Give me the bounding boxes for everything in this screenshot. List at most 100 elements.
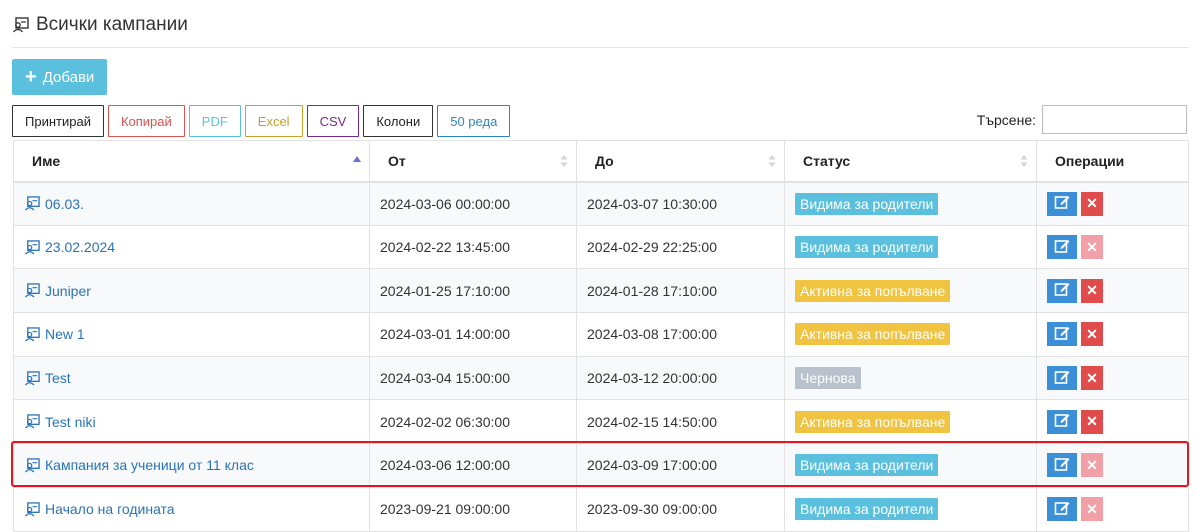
campaigns-table: Име От До Статус Операции 06.03. 2024-03-… [13, 140, 1189, 532]
close-icon: ✕ [1086, 413, 1098, 430]
cell-status: Активна за попълване [784, 268, 1037, 314]
edit-button[interactable] [1047, 322, 1077, 347]
campaign-link[interactable]: Test niki [45, 414, 96, 430]
edit-icon [1054, 238, 1070, 257]
campaign-link[interactable]: 06.03. [45, 196, 84, 212]
cell-operations: ✕ [1036, 312, 1189, 357]
delete-button[interactable]: ✕ [1081, 409, 1103, 434]
column-header-to[interactable]: До [576, 140, 785, 183]
page-title: Всички кампании [12, 14, 188, 36]
campaign-link[interactable]: Test [45, 370, 71, 386]
edit-button[interactable] [1047, 453, 1077, 478]
edit-button[interactable] [1047, 235, 1077, 260]
pdf-button[interactable]: PDF [188, 105, 241, 137]
cell-to: 2024-02-29 22:25:00 [576, 224, 785, 270]
sort-icon [560, 155, 568, 167]
cell-name: New 1 [13, 312, 370, 357]
campaign-link[interactable]: Juniper [45, 283, 91, 299]
cell-status: Видима за родители [784, 181, 1037, 226]
close-icon: ✕ [1086, 282, 1098, 299]
edit-icon [1054, 194, 1070, 213]
edit-icon [1054, 412, 1070, 431]
header-divider [12, 47, 1189, 48]
excel-button[interactable]: Excel [244, 105, 303, 137]
table-row: Test niki 2024-02-02 06:30:00 2024-02-15 1… [13, 399, 1189, 445]
cell-to: 2023-09-30 09:00:00 [576, 486, 785, 532]
cell-to: 2024-03-12 20:00:00 [576, 355, 785, 401]
delete-button[interactable]: ✕ [1081, 322, 1103, 347]
cell-from: 2024-02-22 13:45:00 [369, 224, 577, 270]
cell-operations: ✕ [1036, 443, 1189, 488]
delete-button[interactable]: ✕ [1081, 366, 1103, 391]
column-header-operations-label: Операции [1055, 152, 1125, 169]
page-length-button[interactable]: 50 реда [437, 105, 511, 137]
page-title-text: Всички кампании [36, 14, 188, 35]
campaign-link[interactable]: New 1 [45, 326, 85, 342]
cell-name: Начало на годината [13, 486, 370, 532]
close-icon: ✕ [1086, 456, 1098, 473]
status-badge: Активна за попълване [795, 323, 951, 346]
sort-asc-icon [353, 156, 361, 162]
search-input[interactable] [1042, 105, 1187, 134]
add-button-label: Добави [42, 68, 95, 86]
cell-from: 2024-03-06 12:00:00 [369, 443, 577, 488]
add-button[interactable]: + Добави [12, 59, 108, 95]
campaign-icon [24, 458, 41, 473]
campaign-link[interactable]: 23.02.2024 [45, 239, 115, 255]
campaign-link[interactable]: Начало на годината [45, 501, 175, 517]
edit-button[interactable] [1047, 191, 1077, 216]
cell-name: 06.03. [13, 181, 370, 226]
column-header-from[interactable]: От [369, 140, 577, 183]
cell-operations: ✕ [1036, 486, 1189, 532]
table-row: 23.02.2024 2024-02-22 13:45:00 2024-02-29 … [13, 224, 1189, 270]
campaign-icon [24, 370, 41, 386]
close-icon: ✕ [1086, 325, 1098, 342]
cell-from: 2024-03-04 15:00:00 [369, 355, 577, 401]
search-label: Търсене: [976, 111, 1036, 128]
column-header-to-label: До [595, 152, 614, 169]
delete-button[interactable]: ✕ [1081, 278, 1103, 303]
cell-from: 2024-01-25 17:10:00 [369, 268, 577, 314]
status-badge: Видима за родители [795, 192, 939, 215]
delete-button: ✕ [1081, 497, 1103, 522]
print-button[interactable]: Принтирай [12, 105, 104, 137]
delete-button[interactable]: ✕ [1081, 191, 1103, 216]
cell-to: 2024-03-07 10:30:00 [576, 181, 785, 226]
edit-icon [1054, 500, 1070, 519]
copy-button[interactable]: Копирай [107, 105, 185, 137]
cell-name: Test niki [13, 399, 370, 445]
cell-status: Активна за попълване [784, 399, 1037, 445]
status-badge: Видима за родители [795, 236, 939, 259]
plus-icon: + [25, 66, 37, 88]
close-icon: ✕ [1086, 500, 1098, 517]
cell-name: Кампания за ученици от 11 клас [13, 443, 370, 488]
campaign-icon [24, 327, 41, 342]
table-row: 06.03. 2024-03-06 00:00:00 2024-03-07 10:3… [13, 181, 1189, 226]
campaign-icon [24, 239, 41, 255]
column-header-status[interactable]: Статус [784, 140, 1037, 183]
cell-operations: ✕ [1036, 355, 1189, 401]
edit-button[interactable] [1047, 366, 1077, 391]
edit-icon [1054, 369, 1070, 388]
columns-button[interactable]: Колони [363, 105, 434, 137]
edit-button[interactable] [1047, 409, 1077, 434]
edit-button[interactable] [1047, 278, 1077, 303]
campaign-icon [24, 501, 41, 517]
search-box: Търсене: [977, 105, 1187, 134]
close-icon: ✕ [1086, 195, 1098, 212]
column-header-operations: Операции [1036, 140, 1189, 183]
table-row: Кампания за ученици от 11 клас 2024-03-06… [13, 443, 1189, 488]
delete-button: ✕ [1081, 235, 1103, 260]
cell-status: Активна за попълване [784, 312, 1037, 357]
cell-to: 2024-03-08 17:00:00 [576, 312, 785, 357]
column-header-name[interactable]: Име [13, 140, 370, 183]
column-header-name-label: Име [32, 152, 61, 169]
campaign-link[interactable]: Кампания за ученици от 11 клас [45, 457, 254, 473]
close-icon: ✕ [1086, 238, 1098, 255]
cell-name: 23.02.2024 [13, 224, 370, 270]
cell-status: Видима за родители [784, 224, 1037, 270]
csv-button[interactable]: CSV [306, 105, 360, 137]
edit-button[interactable] [1047, 497, 1077, 522]
export-toolbar: Принтирай Копирай PDF Excel CSV Колони 5… [12, 105, 511, 137]
status-badge: Активна за попълване [795, 279, 951, 302]
